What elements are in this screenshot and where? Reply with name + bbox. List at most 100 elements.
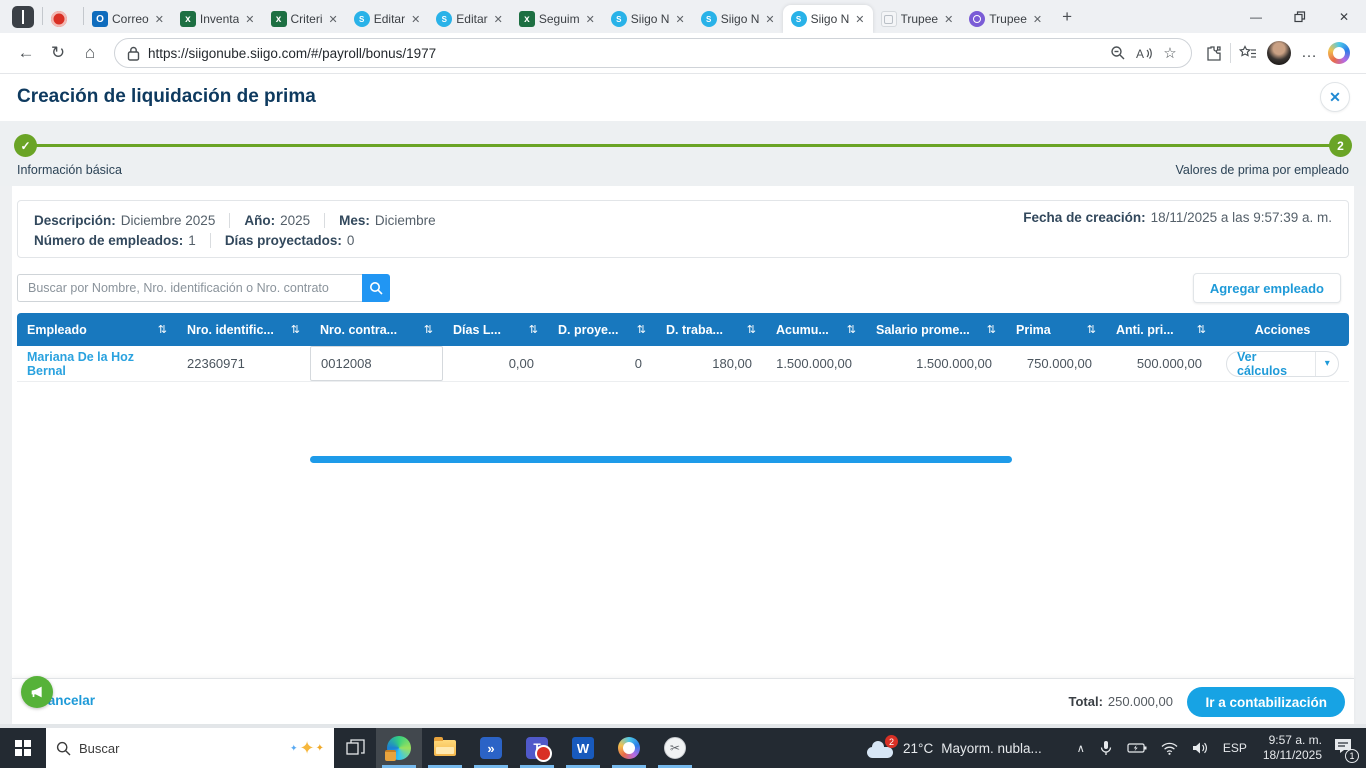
close-icon[interactable]: ✕ [942,13,955,26]
tab-title: Seguim [538,12,580,26]
sort-icon[interactable]: ⇅ [847,323,856,336]
notification-center-button[interactable]: 1 [1334,738,1359,763]
close-icon[interactable]: ✕ [853,13,866,26]
horizontal-scrollbar[interactable] [310,456,1012,463]
tab-trupee-2[interactable]: Trupee ✕ [961,5,1050,33]
search-button[interactable] [362,274,390,302]
task-view-button[interactable] [334,728,376,768]
snipping-tool-icon: ✂ [664,737,686,759]
home-button[interactable]: ⌂ [76,39,104,67]
close-icon[interactable]: ✕ [673,13,686,26]
sort-icon[interactable]: ⇅ [158,323,167,336]
ver-calculos-button[interactable]: Ver cálculos ▾ [1226,350,1339,377]
close-icon[interactable]: ✕ [584,13,597,26]
refresh-button[interactable]: ↻ [44,39,72,67]
info-dias-proyectados: Días proyectados: 0 [225,233,355,248]
taskbar-app-copilot[interactable] [606,728,652,768]
tab-seguimiento[interactable]: x Seguim ✕ [511,5,603,33]
tray-overflow-icon[interactable]: ∧ [1077,742,1085,755]
column-header-identificacion[interactable]: Nro. identific... ⇅ [177,313,310,346]
back-button[interactable]: ← [12,39,40,67]
address-bar[interactable]: https://siigonube.siigo.com/#/payroll/bo… [114,38,1192,68]
tab-editar-1[interactable]: S Editar ✕ [346,5,429,33]
column-header-dias-proyectados[interactable]: D. proye... ⇅ [548,313,656,346]
ir-a-contabilizacion-button[interactable]: Ir a contabilización [1187,687,1345,717]
sort-icon[interactable]: ⇅ [1197,323,1206,336]
close-icon[interactable]: ✕ [409,13,422,26]
chevron-down-icon[interactable]: ▾ [1315,351,1338,376]
wifi-icon[interactable] [1161,742,1178,755]
column-header-prima[interactable]: Prima ⇅ [1006,313,1106,346]
browser-menu-icon[interactable]: … [1297,44,1322,62]
url-text[interactable]: https://siigonube.siigo.com/#/payroll/bo… [148,46,1105,61]
read-aloud-icon[interactable]: A [1131,40,1157,66]
add-employee-button[interactable]: Agregar empleado [1192,273,1341,303]
sort-icon[interactable]: ⇅ [747,323,756,336]
minimize-button[interactable]: — [1234,0,1278,33]
microphone-icon[interactable] [1099,740,1113,756]
new-tab-button[interactable]: + [1050,7,1084,33]
column-header-anticipo-prima[interactable]: Anti. pri... ⇅ [1106,313,1216,346]
sort-icon[interactable]: ⇅ [424,323,433,336]
sort-icon[interactable]: ⇅ [291,323,300,336]
tab-editar-2[interactable]: S Editar ✕ [428,5,511,33]
announcement-fab[interactable] [21,676,53,708]
speaker-icon[interactable] [1192,741,1208,755]
employee-name-link[interactable]: Mariana De la Hoz Bernal [17,346,177,381]
close-icon[interactable]: ✕ [327,13,340,26]
column-header-dias-liquidados[interactable]: Días L... ⇅ [443,313,548,346]
extensions-icon[interactable] [1200,40,1226,66]
taskbar-search-input[interactable] [79,740,219,756]
close-icon[interactable]: ✕ [243,13,256,26]
sort-icon[interactable]: ⇅ [637,323,646,336]
taskbar-search-box[interactable]: ✦ ✦ ✦ [46,728,334,768]
favorite-star-icon[interactable]: ☆ [1157,40,1183,66]
step2-circle[interactable]: 2 [1329,134,1352,157]
column-header-contrato[interactable]: Nro. contra... ⇅ [310,313,443,346]
step1-check-icon[interactable]: ✓ [14,134,37,157]
cell-acciones: Ver cálculos ▾ [1216,346,1349,381]
taskbar-app-remote[interactable]: » [468,728,514,768]
taskbar-app-word[interactable]: W [560,728,606,768]
tab-siigo-active[interactable]: S Siigo N ✕ [782,5,873,33]
tab-title: Siigo N [630,12,670,26]
tab-inventario[interactable]: x Inventa ✕ [172,5,263,33]
taskbar-clock[interactable]: 9:57 a. m. 18/11/2025 [1263,733,1322,763]
taskbar-app-sniptool[interactable]: ✂ [652,728,698,768]
column-header-salario-promedio[interactable]: Salario prome... ⇅ [866,313,1006,346]
employee-search-input[interactable] [17,274,362,302]
tab-siigo-2[interactable]: S Siigo N ✕ [693,5,783,33]
search-highlights-icon[interactable]: ✦ ✦ ✦ [290,738,324,759]
language-indicator[interactable]: ESP [1223,741,1247,755]
taskbar-app-teams[interactable]: T [514,728,560,768]
tab-siigo-1[interactable]: S Siigo N ✕ [603,5,693,33]
sort-icon[interactable]: ⇅ [1087,323,1096,336]
sort-icon[interactable]: ⇅ [529,323,538,336]
close-page-button[interactable]: ✕ [1320,82,1350,112]
tab-trupee-1[interactable]: Trupee ✕ [873,5,962,33]
taskbar-app-edge[interactable] [376,728,422,768]
tab-criterios[interactable]: x Criteri ✕ [263,5,346,33]
weather-widget[interactable]: 2 21°C Mayorm. nubla... [867,735,1060,760]
close-icon[interactable]: ✕ [1031,13,1044,26]
battery-icon[interactable] [1127,742,1147,754]
restore-button[interactable] [1278,0,1322,33]
tab-workspaces-icon[interactable] [12,6,34,28]
column-header-empleado[interactable]: Empleado ⇅ [17,313,177,346]
taskbar-app-explorer[interactable] [422,728,468,768]
zoom-out-icon[interactable] [1105,40,1131,66]
close-window-button[interactable]: ✕ [1322,0,1366,33]
profile-avatar[interactable] [1267,41,1291,65]
close-icon[interactable]: ✕ [153,13,166,26]
tab-recording[interactable] [43,5,83,33]
sort-icon[interactable]: ⇅ [987,323,996,336]
column-header-dias-trabajados[interactable]: D. traba... ⇅ [656,313,766,346]
cell-contrato[interactable]: 0012008 [310,346,443,381]
copilot-icon[interactable] [1328,42,1350,64]
close-icon[interactable]: ✕ [492,13,505,26]
start-button[interactable] [0,728,46,768]
favorites-list-icon[interactable] [1235,40,1261,66]
column-header-acumulado[interactable]: Acumu... ⇅ [766,313,866,346]
close-icon[interactable]: ✕ [763,13,776,26]
tab-correo[interactable]: O Correo ✕ [84,5,172,33]
